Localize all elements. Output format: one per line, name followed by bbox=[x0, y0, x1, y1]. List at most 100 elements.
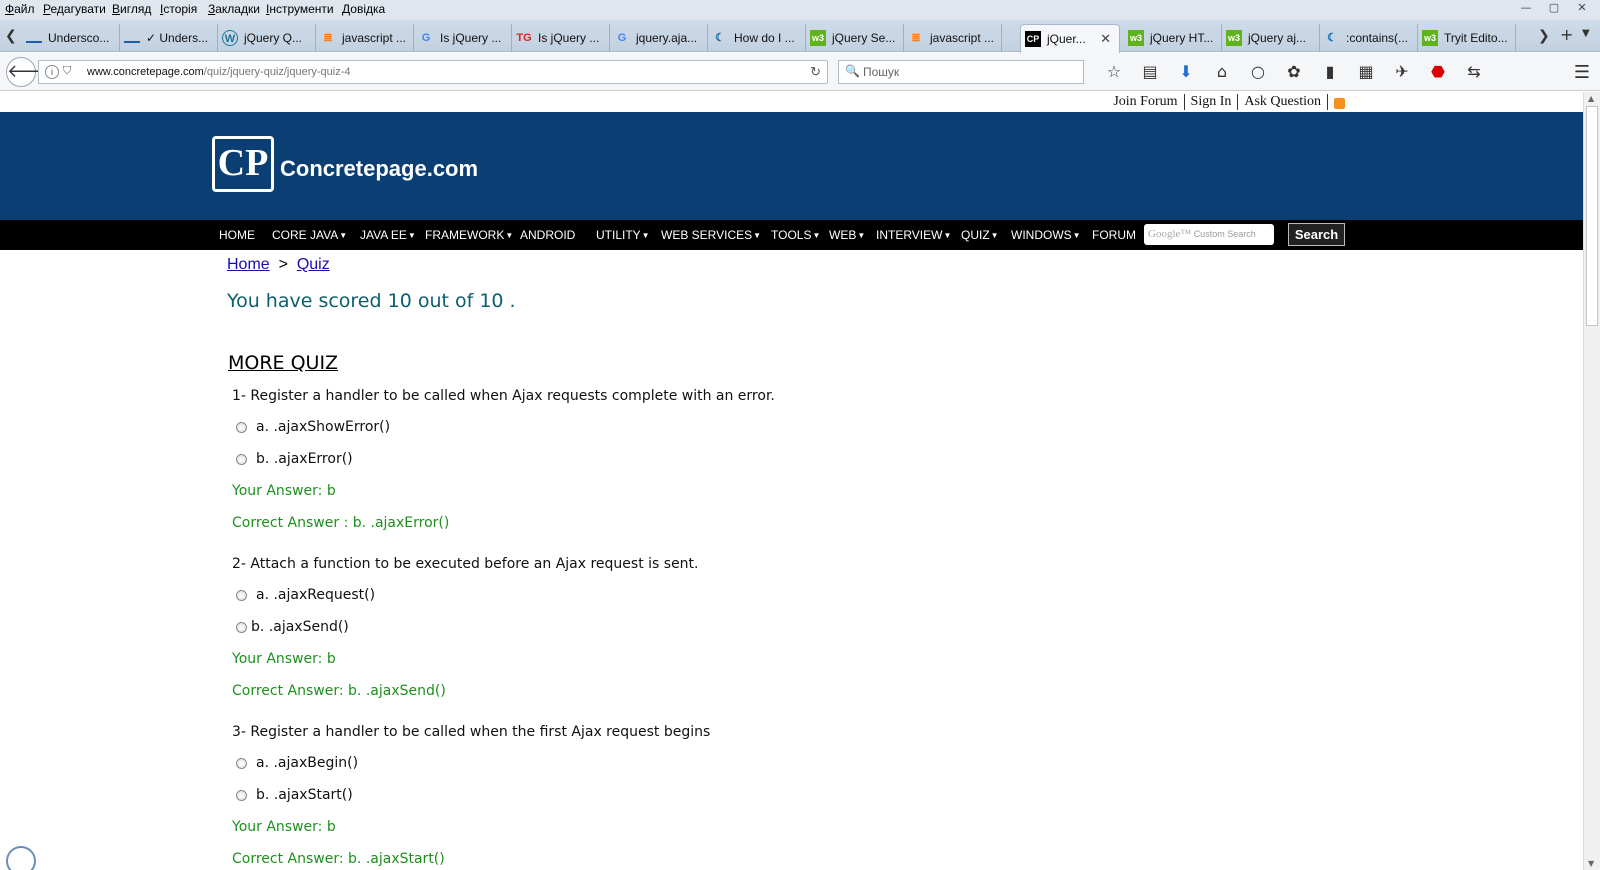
nav-label: FRAMEWORK bbox=[425, 228, 505, 242]
tab-active[interactable]: CP jQuer... ✕ bbox=[1020, 24, 1120, 53]
nav-core-java[interactable]: CORE JAVA▼ bbox=[272, 228, 347, 242]
nav-utility[interactable]: UTILITY▼ bbox=[596, 228, 650, 242]
tab[interactable]: Gjquery.aja... bbox=[610, 24, 708, 52]
nav-android[interactable]: ANDROID bbox=[520, 228, 575, 242]
colorful-extension-icon[interactable]: ▦ bbox=[1348, 62, 1384, 81]
tab[interactable]: ☾ How do I ... bbox=[708, 24, 806, 52]
tab-scroll-left-icon[interactable]: ❮ bbox=[5, 28, 17, 44]
feedback-widget-icon[interactable] bbox=[6, 846, 36, 870]
option-b[interactable]: b. .ajaxStart() bbox=[236, 787, 353, 803]
search-button[interactable]: Search bbox=[1288, 223, 1345, 246]
google-brand: Google™ bbox=[1148, 228, 1192, 240]
option-a[interactable]: a. .ajaxRequest() bbox=[236, 587, 375, 603]
radio-button[interactable] bbox=[236, 757, 247, 769]
bug-icon[interactable]: ✈ bbox=[1384, 62, 1420, 81]
breadcrumb-quiz-link[interactable]: Quiz bbox=[297, 256, 330, 273]
home-icon[interactable]: ⌂ bbox=[1204, 62, 1240, 81]
clipboard-icon[interactable]: ▮ bbox=[1312, 62, 1348, 81]
tab[interactable]: ✓ Unders... bbox=[120, 24, 218, 52]
scrollbar-thumb[interactable] bbox=[1586, 106, 1598, 326]
sign-in-link[interactable]: Sign In bbox=[1185, 94, 1239, 110]
nav-windows[interactable]: WINDOWS▼ bbox=[1011, 228, 1081, 242]
nav-web[interactable]: WEB▼ bbox=[829, 228, 865, 242]
close-tab-icon[interactable]: ✕ bbox=[1100, 31, 1111, 47]
radio-button[interactable] bbox=[236, 589, 247, 601]
tab[interactable]: w3 Tryit Edito... bbox=[1418, 24, 1516, 52]
wordpress-icon: W bbox=[222, 30, 238, 46]
menu-bookmarks[interactable]: Закладки bbox=[208, 2, 260, 16]
site-logo-icon[interactable]: CP bbox=[212, 136, 274, 192]
radio-button[interactable] bbox=[236, 453, 247, 465]
scroll-down-icon[interactable]: ▼ bbox=[1588, 859, 1594, 868]
browser-search-input[interactable]: 🔍 Пошук bbox=[838, 60, 1084, 84]
menu-file[interactable]: Файл bbox=[5, 2, 35, 16]
page-scrollbar[interactable]: ▲ ▼ bbox=[1583, 92, 1600, 870]
radio-button[interactable] bbox=[236, 621, 247, 633]
bookmark-star-icon[interactable]: ☆ bbox=[1096, 62, 1132, 81]
tab[interactable]: w3 jQuery aj... bbox=[1222, 24, 1320, 52]
jquery-icon: ☾ bbox=[1327, 32, 1337, 44]
search-placeholder: Пошук bbox=[863, 65, 900, 79]
tab[interactable]: ≣ javascript ... bbox=[904, 24, 1002, 52]
minimize-button[interactable]: — bbox=[1512, 0, 1540, 18]
download-icon[interactable]: ⬇ bbox=[1168, 62, 1204, 81]
tab-label: How do I ... bbox=[734, 31, 795, 45]
option-a[interactable]: a. .ajaxShowError() bbox=[236, 419, 390, 435]
extension-icon[interactable]: ✿ bbox=[1276, 62, 1312, 81]
nav-label: QUIZ bbox=[961, 228, 990, 242]
tab-scroll-right-icon[interactable]: ❯ bbox=[1538, 28, 1550, 44]
scroll-up-icon[interactable]: ▲ bbox=[1588, 94, 1594, 103]
info-icon[interactable]: i bbox=[45, 65, 59, 79]
nav-forum[interactable]: FORUM bbox=[1092, 228, 1136, 242]
tab[interactable]: ☾:contains(... bbox=[1320, 24, 1418, 52]
nav-web-services[interactable]: WEB SERVICES▼ bbox=[661, 228, 761, 242]
url-bar[interactable]: i ⛉ www.concretepage.com/quiz/jquery-qui… bbox=[38, 60, 828, 84]
reload-icon[interactable]: ↻ bbox=[810, 64, 821, 80]
tab[interactable]: Undersco... bbox=[22, 24, 120, 52]
menu-edit[interactable]: Редагувати bbox=[43, 2, 106, 16]
tg-icon: TG bbox=[516, 32, 532, 44]
menu-view[interactable]: Вигляд bbox=[112, 2, 151, 16]
caret-down-icon: ▼ bbox=[1072, 231, 1081, 240]
custom-search-input[interactable]: Google™ Custom Search bbox=[1144, 224, 1274, 245]
shield-icon[interactable]: ⛉ bbox=[63, 65, 71, 78]
menu-tools[interactable]: Інструменти bbox=[266, 2, 334, 16]
breadcrumb-home-link[interactable]: Home bbox=[227, 256, 270, 273]
option-b[interactable]: b. .ajaxSend() bbox=[236, 619, 349, 635]
close-window-button[interactable]: ✕ bbox=[1568, 0, 1596, 18]
menu-help[interactable]: Довідка bbox=[342, 2, 385, 16]
ask-question-link[interactable]: Ask Question bbox=[1238, 94, 1328, 110]
tab[interactable]: TG Is jQuery ... bbox=[512, 24, 610, 52]
adblock-icon[interactable]: ⬣ bbox=[1420, 62, 1456, 81]
nav-java-ee[interactable]: JAVA EE▼ bbox=[360, 228, 416, 242]
tab[interactable]: G Is jQuery ... bbox=[414, 24, 512, 52]
nav-interview[interactable]: INTERVIEW▼ bbox=[876, 228, 951, 242]
back-button[interactable]: 🡐 bbox=[6, 57, 55, 87]
chat-icon[interactable]: ○ bbox=[1240, 62, 1276, 81]
nav-home[interactable]: HOME bbox=[219, 228, 255, 242]
nav-quiz[interactable]: QUIZ▼ bbox=[961, 228, 999, 242]
tab[interactable]: ≣ javascript ... bbox=[316, 24, 414, 52]
question-text: 1- Register a handler to be called when … bbox=[232, 388, 775, 404]
rss-icon[interactable] bbox=[1334, 98, 1345, 109]
option-b[interactable]: b. .ajaxError() bbox=[236, 451, 353, 467]
tab[interactable]: WjQuery Q... bbox=[218, 24, 316, 52]
nav-tools[interactable]: TOOLS▼ bbox=[771, 228, 820, 242]
option-a[interactable]: a. .ajaxBegin() bbox=[236, 755, 358, 771]
radio-button[interactable] bbox=[236, 421, 247, 433]
site-logo-text[interactable]: Concretepage.com bbox=[280, 156, 478, 182]
more-quiz-heading[interactable]: MORE QUIZ bbox=[228, 352, 338, 374]
new-tab-icon[interactable]: + bbox=[1560, 25, 1573, 44]
tab[interactable]: w3 jQuery HT... bbox=[1124, 24, 1222, 52]
radio-button[interactable] bbox=[236, 789, 247, 801]
maximize-button[interactable]: ▢ bbox=[1540, 0, 1568, 18]
tab-list-icon[interactable]: ▼ bbox=[1582, 28, 1590, 39]
hamburger-menu-icon[interactable]: ☰ bbox=[1574, 62, 1590, 83]
option-label: a. .ajaxShowError() bbox=[256, 419, 391, 435]
sync-arrows-icon[interactable]: ⇆ bbox=[1456, 62, 1492, 81]
menu-history[interactable]: Історія bbox=[160, 2, 197, 16]
join-forum-link[interactable]: Join Forum bbox=[1107, 94, 1185, 110]
nav-framework[interactable]: FRAMEWORK▼ bbox=[425, 228, 513, 242]
reading-list-icon[interactable]: ▤ bbox=[1132, 62, 1168, 81]
tab[interactable]: w3 jQuery Se... bbox=[806, 24, 904, 52]
